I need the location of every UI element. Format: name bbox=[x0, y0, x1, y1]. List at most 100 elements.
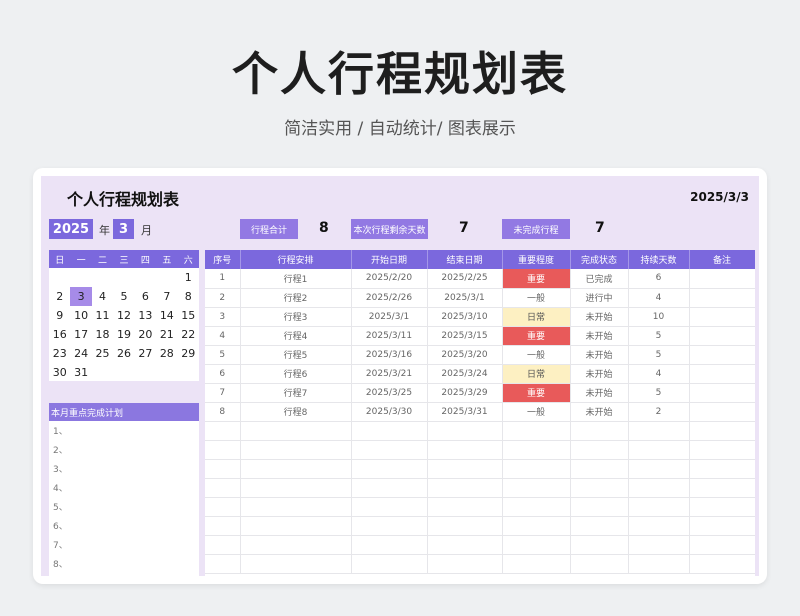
table-cell[interactable] bbox=[570, 478, 629, 498]
table-cell[interactable] bbox=[689, 402, 755, 422]
table-cell[interactable]: 2025/3/31 bbox=[427, 402, 503, 422]
table-cell[interactable] bbox=[689, 326, 755, 346]
table-cell[interactable] bbox=[570, 535, 629, 555]
table-cell[interactable] bbox=[689, 478, 755, 498]
table-cell[interactable]: 1 bbox=[205, 269, 241, 289]
table-cell[interactable]: 2025/3/1 bbox=[351, 307, 428, 327]
table-cell[interactable]: 2 bbox=[628, 402, 690, 422]
table-cell[interactable]: 10 bbox=[628, 307, 690, 327]
table-cell[interactable] bbox=[351, 421, 428, 441]
table-cell[interactable] bbox=[570, 459, 629, 479]
importance-cell[interactable]: 重要 bbox=[502, 383, 571, 403]
table-cell[interactable]: 行程5 bbox=[240, 345, 352, 365]
plan-item[interactable]: 5、 bbox=[49, 497, 199, 516]
calendar-day[interactable]: 2 bbox=[49, 287, 70, 306]
plan-item[interactable]: 4、 bbox=[49, 478, 199, 497]
table-cell[interactable] bbox=[570, 516, 629, 536]
calendar-day[interactable]: 17 bbox=[70, 325, 91, 344]
table-cell[interactable]: 2025/3/1 bbox=[427, 288, 503, 308]
calendar-day[interactable]: 4 bbox=[92, 287, 113, 306]
table-cell[interactable]: 行程8 bbox=[240, 402, 352, 422]
table-cell[interactable]: 2025/3/21 bbox=[351, 364, 428, 384]
table-cell[interactable] bbox=[240, 535, 352, 555]
table-cell[interactable] bbox=[205, 459, 241, 479]
table-cell[interactable]: 未开始 bbox=[570, 364, 629, 384]
table-cell[interactable]: 2025/3/16 bbox=[351, 345, 428, 365]
table-cell[interactable] bbox=[427, 497, 503, 517]
table-cell[interactable]: 5 bbox=[205, 345, 241, 365]
table-cell[interactable] bbox=[240, 516, 352, 536]
table-cell[interactable]: 未开始 bbox=[570, 383, 629, 403]
table-cell[interactable]: 2025/3/10 bbox=[427, 307, 503, 327]
table-cell[interactable]: 行程1 bbox=[240, 269, 352, 289]
calendar-day[interactable]: 26 bbox=[113, 344, 134, 363]
table-cell[interactable] bbox=[689, 345, 755, 365]
table-cell[interactable] bbox=[205, 497, 241, 517]
plan-item[interactable]: 1、 bbox=[49, 421, 199, 440]
table-cell[interactable] bbox=[689, 497, 755, 517]
table-cell[interactable] bbox=[427, 478, 503, 498]
table-cell[interactable] bbox=[427, 440, 503, 460]
importance-cell[interactable]: 一般 bbox=[502, 402, 571, 422]
table-cell[interactable]: 2 bbox=[205, 288, 241, 308]
table-cell[interactable] bbox=[502, 516, 571, 536]
calendar-day[interactable]: 21 bbox=[156, 325, 177, 344]
table-cell[interactable]: 4 bbox=[628, 288, 690, 308]
year-input[interactable]: 2025 bbox=[49, 219, 93, 239]
table-cell[interactable] bbox=[628, 421, 690, 441]
table-cell[interactable]: 8 bbox=[205, 402, 241, 422]
table-cell[interactable]: 2025/3/24 bbox=[427, 364, 503, 384]
calendar-day[interactable]: 23 bbox=[49, 344, 70, 363]
table-cell[interactable] bbox=[427, 554, 503, 574]
table-cell[interactable]: 5 bbox=[628, 345, 690, 365]
table-cell[interactable] bbox=[427, 535, 503, 555]
table-cell[interactable] bbox=[502, 554, 571, 574]
table-cell[interactable]: 2025/2/26 bbox=[351, 288, 428, 308]
table-cell[interactable]: 行程6 bbox=[240, 364, 352, 384]
calendar-day[interactable]: 14 bbox=[156, 306, 177, 325]
importance-cell[interactable]: 重要 bbox=[502, 269, 571, 289]
calendar-day[interactable]: 1 bbox=[178, 268, 199, 287]
table-cell[interactable] bbox=[502, 459, 571, 479]
table-cell[interactable] bbox=[351, 554, 428, 574]
table-cell[interactable] bbox=[351, 459, 428, 479]
table-cell[interactable] bbox=[502, 421, 571, 441]
table-cell[interactable]: 行程3 bbox=[240, 307, 352, 327]
table-cell[interactable]: 6 bbox=[628, 269, 690, 289]
plan-item[interactable]: 7、 bbox=[49, 535, 199, 554]
calendar-day[interactable]: 8 bbox=[178, 287, 199, 306]
calendar-day[interactable]: 11 bbox=[92, 306, 113, 325]
table-cell[interactable]: 6 bbox=[205, 364, 241, 384]
calendar-day[interactable]: 18 bbox=[92, 325, 113, 344]
month-input[interactable]: 3 bbox=[113, 219, 134, 239]
table-cell[interactable] bbox=[628, 478, 690, 498]
table-cell[interactable] bbox=[427, 459, 503, 479]
table-cell[interactable] bbox=[240, 497, 352, 517]
table-cell[interactable]: 未开始 bbox=[570, 345, 629, 365]
table-cell[interactable]: 2025/3/29 bbox=[427, 383, 503, 403]
table-cell[interactable] bbox=[205, 421, 241, 441]
importance-cell[interactable]: 重要 bbox=[502, 326, 571, 346]
table-cell[interactable] bbox=[570, 497, 629, 517]
calendar-day[interactable]: 27 bbox=[135, 344, 156, 363]
table-cell[interactable] bbox=[628, 440, 690, 460]
calendar-day[interactable]: 16 bbox=[49, 325, 70, 344]
calendar-day[interactable]: 10 bbox=[70, 306, 91, 325]
table-cell[interactable]: 进行中 bbox=[570, 288, 629, 308]
table-cell[interactable] bbox=[240, 478, 352, 498]
table-cell[interactable]: 2025/3/25 bbox=[351, 383, 428, 403]
table-cell[interactable] bbox=[689, 516, 755, 536]
calendar-day[interactable]: 24 bbox=[70, 344, 91, 363]
calendar-day[interactable]: 13 bbox=[135, 306, 156, 325]
calendar-day[interactable]: 31 bbox=[70, 363, 91, 382]
table-cell[interactable] bbox=[240, 554, 352, 574]
table-cell[interactable] bbox=[351, 478, 428, 498]
calendar-day[interactable]: 9 bbox=[49, 306, 70, 325]
calendar-day[interactable]: 12 bbox=[113, 306, 134, 325]
table-cell[interactable] bbox=[689, 459, 755, 479]
table-cell[interactable]: 5 bbox=[628, 326, 690, 346]
table-cell[interactable] bbox=[689, 383, 755, 403]
table-cell[interactable] bbox=[628, 554, 690, 574]
importance-cell[interactable]: 一般 bbox=[502, 288, 571, 308]
table-cell[interactable]: 2025/2/20 bbox=[351, 269, 428, 289]
